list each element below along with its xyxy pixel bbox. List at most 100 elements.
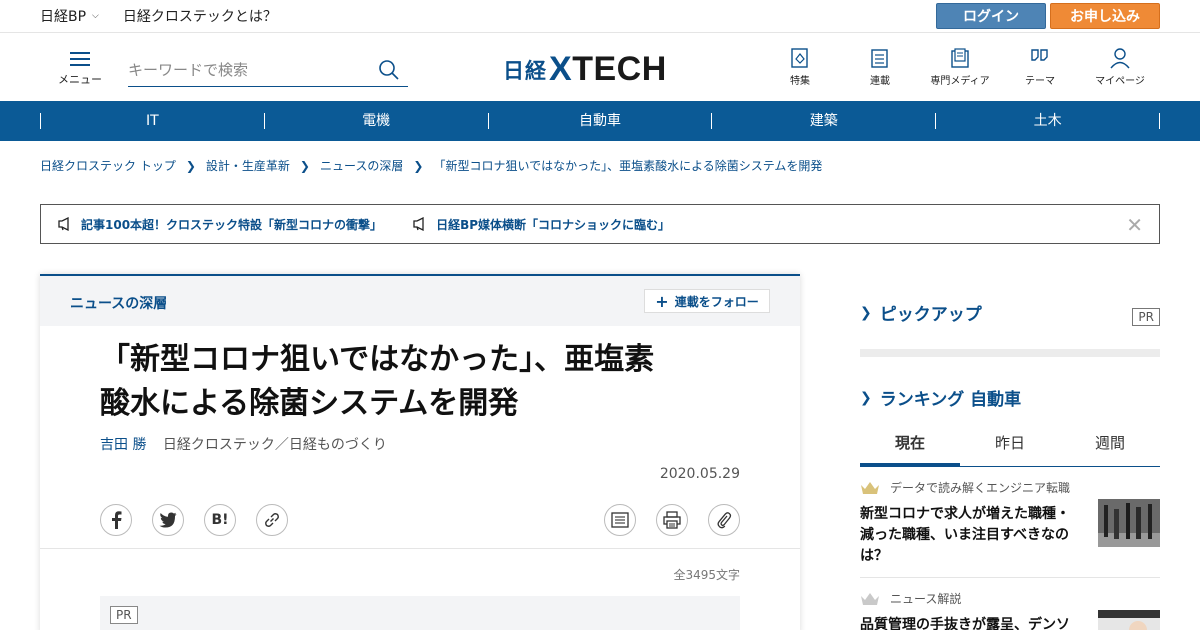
logo-xtech: XTECH	[549, 50, 667, 88]
hatena-bookmark-button[interactable]: B!	[204, 504, 236, 536]
facebook-icon	[112, 511, 122, 529]
nav-feature-label: 特集	[790, 76, 810, 87]
series-name[interactable]: ニュースの深層	[70, 293, 167, 313]
category-automotive[interactable]: 自動車	[487, 113, 712, 129]
menu-label: メニュー	[58, 73, 102, 86]
divider	[40, 548, 800, 549]
tab-weekly[interactable]: 週間	[1060, 428, 1160, 466]
login-button[interactable]: ログイン	[936, 3, 1046, 29]
search-icon[interactable]	[378, 59, 400, 81]
copy-link-button[interactable]	[256, 504, 288, 536]
chevron-right-icon: ❯	[185, 158, 196, 173]
announce-text: 日経BP媒体横断「コロナショックに臨む」	[436, 217, 671, 232]
top-links: 日経BP ⌵ 日経クロステックとは？	[40, 6, 277, 26]
top-utility-bar: 日経BP ⌵ 日経クロステックとは？ ログイン お申し込み	[0, 0, 1200, 33]
article-thumbnail[interactable]	[1098, 610, 1160, 630]
breadcrumb-item[interactable]: 設計・生産革新	[206, 157, 290, 174]
nikkei-bp-dropdown[interactable]: 日経BP ⌵	[40, 6, 99, 26]
byline: 吉田 勝 日経クロステック／日経ものづくり	[100, 434, 387, 454]
nav-mypage[interactable]: マイページ	[1080, 47, 1160, 87]
announce-link[interactable]: 記事100本超！クロステック特設「新型コロナの衝撃」	[57, 216, 382, 233]
category-electronics[interactable]: 電機	[263, 113, 488, 129]
breadcrumb-item[interactable]: 日経クロステック トップ	[40, 157, 176, 174]
pickup-title-text: ピックアップ	[879, 305, 982, 325]
author-link[interactable]: 吉田 勝	[100, 437, 146, 453]
close-icon[interactable]: ✕	[1126, 213, 1143, 237]
menu-button[interactable]: メニュー	[58, 49, 102, 87]
twitter-icon	[159, 512, 177, 528]
sidebar: ❯ ピックアップ PR ❯ ランキング 自動車 現在 昨日 週間 データで読み解…	[860, 300, 1160, 630]
article-tools	[604, 504, 740, 536]
nav-theme[interactable]: テーマ	[1000, 47, 1080, 87]
chevron-right-icon: ❯	[413, 158, 424, 173]
ranking-text: 品質管理の手抜きが露呈、デンソ	[860, 617, 1070, 630]
about-link[interactable]: 日経クロステックとは？	[123, 6, 277, 26]
pickup-placeholder	[860, 349, 1160, 357]
nav-series-label: 連載	[870, 76, 890, 87]
link-icon	[265, 513, 279, 527]
account-buttons: ログイン お申し込み	[936, 3, 1160, 29]
breadcrumb-item[interactable]: ニュースの深層	[320, 157, 403, 174]
apply-button[interactable]: お申し込み	[1050, 3, 1160, 29]
comment-button[interactable]	[604, 504, 636, 536]
media-name: 日経クロステック／日経ものづくり	[162, 437, 387, 453]
ranking-item[interactable]: ニュース解説 品質管理の手抜きが露呈、デンソ	[860, 578, 1160, 630]
series-icon	[871, 49, 888, 68]
article-card: ニュースの深層 + 連載をフォロー 「新型コロナ狙いではなかった」、亜塩素 酸水に…	[40, 274, 800, 630]
pr-badge: PR	[1132, 308, 1160, 326]
article-title: 「新型コロナ狙いではなかった」、亜塩素 酸水による除菌システムを開発	[100, 342, 655, 421]
ranking-title-text: ランキング 自動車	[879, 390, 1022, 410]
site-logo[interactable]: 日経 XTECH	[503, 50, 667, 89]
category-architecture[interactable]: 建築	[711, 113, 935, 129]
series-bar: ニュースの深層 + 連載をフォロー	[40, 276, 800, 326]
ranking-text: 新型コロナで求人が増えた職種・減った職種、いま注目すべきなのは？	[860, 506, 1070, 564]
plus-icon: +	[655, 291, 669, 311]
ranking-category: ニュース解説	[860, 590, 1160, 607]
search-box	[128, 53, 408, 87]
comment-icon	[611, 512, 629, 528]
search-input[interactable]	[128, 60, 368, 79]
print-button[interactable]	[656, 504, 688, 536]
theme-icon	[1031, 49, 1048, 61]
share-buttons: B!	[100, 504, 288, 536]
announce-link[interactable]: 日経BP媒体横断「コロナショックに臨む」	[412, 216, 670, 233]
pickup-title: ❯ ピックアップ	[860, 300, 1160, 326]
twitter-share-button[interactable]	[152, 504, 184, 536]
ranking-item[interactable]: データで読み解くエンジニア転職 新型コロナで求人が増えた職種・減った職種、いま注…	[860, 467, 1160, 578]
publish-date: 2020.05.29	[659, 466, 740, 482]
article-thumbnail[interactable]	[1098, 499, 1160, 547]
character-count: 全3495文字	[673, 568, 740, 582]
announcement-bar: 記事100本超！クロステック特設「新型コロナの衝撃」 日経BP媒体横断「コロナシ…	[40, 204, 1160, 244]
crown-icon	[861, 592, 879, 605]
logo-nikkei: 日経	[503, 58, 547, 83]
chevron-down-icon: ⌵	[92, 11, 99, 21]
nav-media[interactable]: 専門メディア	[920, 47, 1000, 87]
clip-button[interactable]	[708, 504, 740, 536]
megaphone-icon	[413, 217, 424, 231]
user-icon	[1110, 48, 1130, 69]
category-it[interactable]: IT	[40, 113, 264, 129]
media-icon	[951, 48, 969, 68]
category-civil[interactable]: 土木	[935, 113, 1160, 129]
ad-slot: PR	[100, 596, 740, 630]
chevron-right-icon: ❯	[299, 158, 310, 173]
nav-feature[interactable]: 特集	[760, 47, 840, 87]
facebook-share-button[interactable]	[100, 504, 132, 536]
breadcrumb-item[interactable]: 「新型コロナ狙いではなかった」、亜塩素酸水による除菌システムを開発	[433, 157, 822, 174]
tab-now[interactable]: 現在	[860, 428, 960, 466]
follow-series-button[interactable]: + 連載をフォロー	[644, 289, 770, 313]
printer-icon	[663, 511, 681, 529]
nav-series[interactable]: 連載	[840, 47, 920, 87]
nav-mypage-label: マイページ	[1095, 76, 1145, 87]
megaphone-icon	[58, 217, 69, 231]
feature-icon	[791, 48, 808, 68]
nikkei-bp-label: 日経BP	[40, 9, 87, 25]
site-header: メニュー 日経 XTECH 特集 連載	[0, 33, 1200, 101]
crown-icon	[861, 481, 879, 494]
ranking-title: ❯ ランキング 自動車	[860, 385, 1160, 411]
ranking-category: データで読み解くエンジニア転職	[860, 479, 1160, 496]
breadcrumb: 日経クロステック トップ ❯ 設計・生産革新 ❯ ニュースの深層 ❯ 「新型コロ…	[40, 157, 822, 174]
announce-text: 記事100本超！クロステック特設「新型コロナの衝撃」	[81, 217, 383, 232]
pr-badge: PR	[110, 606, 138, 624]
tab-yesterday[interactable]: 昨日	[960, 428, 1060, 466]
